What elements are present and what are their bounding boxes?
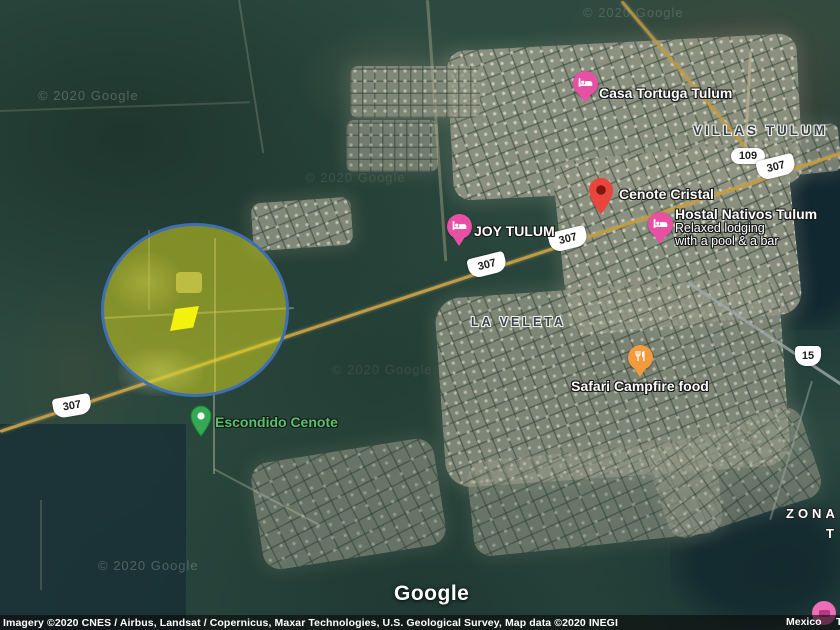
restaurant-icon bbox=[634, 349, 646, 367]
google-logo[interactable]: Google bbox=[394, 582, 469, 606]
marker-label-cenote-cristal[interactable]: Cenote Cristal bbox=[619, 186, 714, 202]
place-pin-cenote-cristal[interactable] bbox=[588, 177, 614, 220]
trail-line bbox=[238, 0, 265, 154]
area-label-zona-cont: T bbox=[826, 526, 838, 541]
bed-icon bbox=[452, 218, 467, 236]
area-label-zona: ZONA bbox=[786, 506, 839, 521]
attribution-country: Mexico bbox=[786, 616, 822, 628]
water-patch bbox=[0, 424, 186, 630]
cenote-pin-escondido[interactable] bbox=[190, 405, 212, 442]
marker-label-hostal-nativos[interactable]: Hostal Nativos Tulum Relaxed lodging wit… bbox=[675, 206, 817, 248]
lodging-pin-casa-tortuga[interactable] bbox=[572, 71, 598, 109]
trail-line bbox=[40, 500, 42, 590]
attribution-text: Imagery ©2020 CNES / Airbus, Landsat / C… bbox=[3, 616, 618, 629]
city-blocks-patch bbox=[350, 66, 480, 118]
google-watermark: © 2020 Google bbox=[98, 558, 199, 573]
marker-label-escondido-cenote[interactable]: Escondido Cenote bbox=[215, 414, 338, 430]
route-shield-307: 307 bbox=[466, 250, 508, 280]
marker-description-line2: with a pool & a bar bbox=[675, 234, 779, 248]
marker-label-casa-tortuga[interactable]: Casa Tortuga Tulum bbox=[599, 85, 732, 101]
lodging-pin-hostal-nativos[interactable] bbox=[647, 212, 673, 250]
google-watermark: © 2020 Google bbox=[38, 88, 139, 103]
route-shield-15: 15 bbox=[795, 346, 821, 366]
map-canvas[interactable]: © 2020 Google © 2020 Google © 2020 Googl… bbox=[0, 0, 840, 630]
lodging-pin-joy-tulum[interactable] bbox=[446, 214, 472, 252]
terms-link-partial[interactable]: T bbox=[836, 616, 840, 628]
area-label-villas-tulum: VILLAS TULUM bbox=[693, 123, 828, 138]
bed-icon bbox=[578, 75, 593, 93]
bed-icon bbox=[653, 216, 668, 234]
google-watermark: © 2020 Google bbox=[305, 170, 406, 185]
city-blocks-patch bbox=[250, 196, 354, 252]
marker-label-joy-tulum[interactable]: JOY TULUM bbox=[474, 223, 555, 239]
marker-label-safari-campfire[interactable]: Safari Campfire food bbox=[565, 378, 715, 394]
attribution-bar: Imagery ©2020 CNES / Airbus, Landsat / C… bbox=[0, 615, 840, 630]
area-label-la-veleta: LA VELETA bbox=[471, 315, 567, 329]
route-shield-307: 307 bbox=[51, 392, 93, 420]
google-watermark: © 2020 Google bbox=[583, 5, 684, 20]
google-watermark: © 2020 Google bbox=[332, 362, 433, 377]
trail-line bbox=[213, 392, 215, 474]
marker-title: Hostal Nativos Tulum bbox=[675, 206, 818, 222]
city-blocks-patch bbox=[346, 120, 438, 172]
